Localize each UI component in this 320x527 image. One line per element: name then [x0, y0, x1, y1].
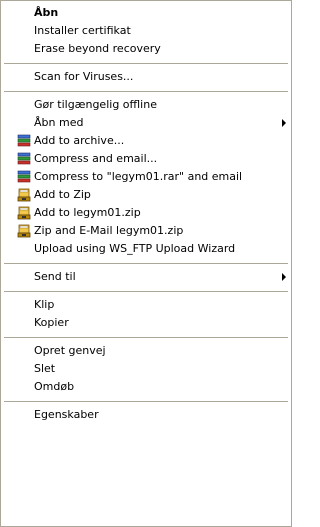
winzip-vise-icon: [17, 224, 32, 238]
menu-item-label: Add to Zip: [34, 188, 91, 201]
menu-item-cut[interactable]: Klip: [4, 296, 288, 314]
winrar-books-icon: [17, 134, 32, 148]
menu-item-label: Add to legym01.zip: [34, 206, 141, 219]
menu-item-label: Zip and E-Mail legym01.zip: [34, 224, 184, 237]
menu-separator: [4, 401, 288, 402]
menu-item-label: Klip: [34, 298, 55, 311]
menu-item-label: Add to archive...: [34, 134, 125, 147]
menu-item-upload-ws-ftp[interactable]: Upload using WS_FTP Upload Wizard: [4, 240, 288, 258]
menu-item-properties[interactable]: Egenskaber: [4, 406, 288, 424]
menu-item-open-with[interactable]: Åbn med: [4, 114, 288, 132]
menu-separator: [4, 337, 288, 338]
menu-item-send-to[interactable]: Send til: [4, 268, 288, 286]
menu-item-delete[interactable]: Slet: [4, 360, 288, 378]
menu-item-add-to-named-zip[interactable]: Add to legym01.zip: [4, 204, 288, 222]
menu-separator: [4, 63, 288, 64]
submenu-arrow-icon: [282, 119, 286, 127]
menu-item-label: Opret genvej: [34, 344, 106, 357]
submenu-arrow-icon: [282, 273, 286, 281]
menu-separator: [4, 91, 288, 92]
menu-separator: [4, 263, 288, 264]
winrar-books-icon: [17, 152, 32, 166]
menu-item-rename[interactable]: Omdøb: [4, 378, 288, 396]
menu-item-compress-and-email[interactable]: Compress and email...: [4, 150, 288, 168]
menu-item-install-certificate[interactable]: Installer certifikat: [4, 22, 288, 40]
context-menu: Åbn Installer certifikat Erase beyond re…: [0, 0, 292, 527]
menu-item-label: Omdøb: [34, 380, 75, 393]
menu-item-label: Egenskaber: [34, 408, 99, 421]
menu-item-make-available-offline[interactable]: Gør tilgængelig offline: [4, 96, 288, 114]
menu-item-label: Compress to "legym01.rar" and email: [34, 170, 243, 183]
menu-item-compress-to-rar-and-email[interactable]: Compress to "legym01.rar" and email: [4, 168, 288, 186]
menu-item-label: Installer certifikat: [34, 24, 131, 37]
menu-item-label: Send til: [34, 270, 76, 283]
menu-item-erase-beyond-recovery[interactable]: Erase beyond recovery: [4, 40, 288, 58]
menu-item-label: Compress and email...: [34, 152, 158, 165]
menu-item-label: Kopier: [34, 316, 69, 329]
menu-item-add-to-zip[interactable]: Add to Zip: [4, 186, 288, 204]
menu-item-label: Slet: [34, 362, 56, 375]
menu-item-add-to-archive[interactable]: Add to archive...: [4, 132, 288, 150]
menu-item-label: Upload using WS_FTP Upload Wizard: [34, 242, 236, 255]
menu-item-label: Scan for Viruses...: [34, 70, 134, 83]
menu-item-copy[interactable]: Kopier: [4, 314, 288, 332]
winzip-vise-icon: [17, 188, 32, 202]
menu-item-open[interactable]: Åbn: [4, 4, 288, 22]
menu-item-create-shortcut[interactable]: Opret genvej: [4, 342, 288, 360]
menu-separator: [4, 291, 288, 292]
menu-item-label: Gør tilgængelig offline: [34, 98, 157, 111]
menu-item-zip-and-email[interactable]: Zip and E-Mail legym01.zip: [4, 222, 288, 240]
menu-item-label: Åbn med: [34, 116, 84, 129]
menu-item-label: Åbn: [34, 6, 59, 19]
menu-item-scan-for-viruses[interactable]: Scan for Viruses...: [4, 68, 288, 86]
winrar-books-icon: [17, 170, 32, 184]
menu-item-label: Erase beyond recovery: [34, 42, 161, 55]
winzip-vise-icon: [17, 206, 32, 220]
